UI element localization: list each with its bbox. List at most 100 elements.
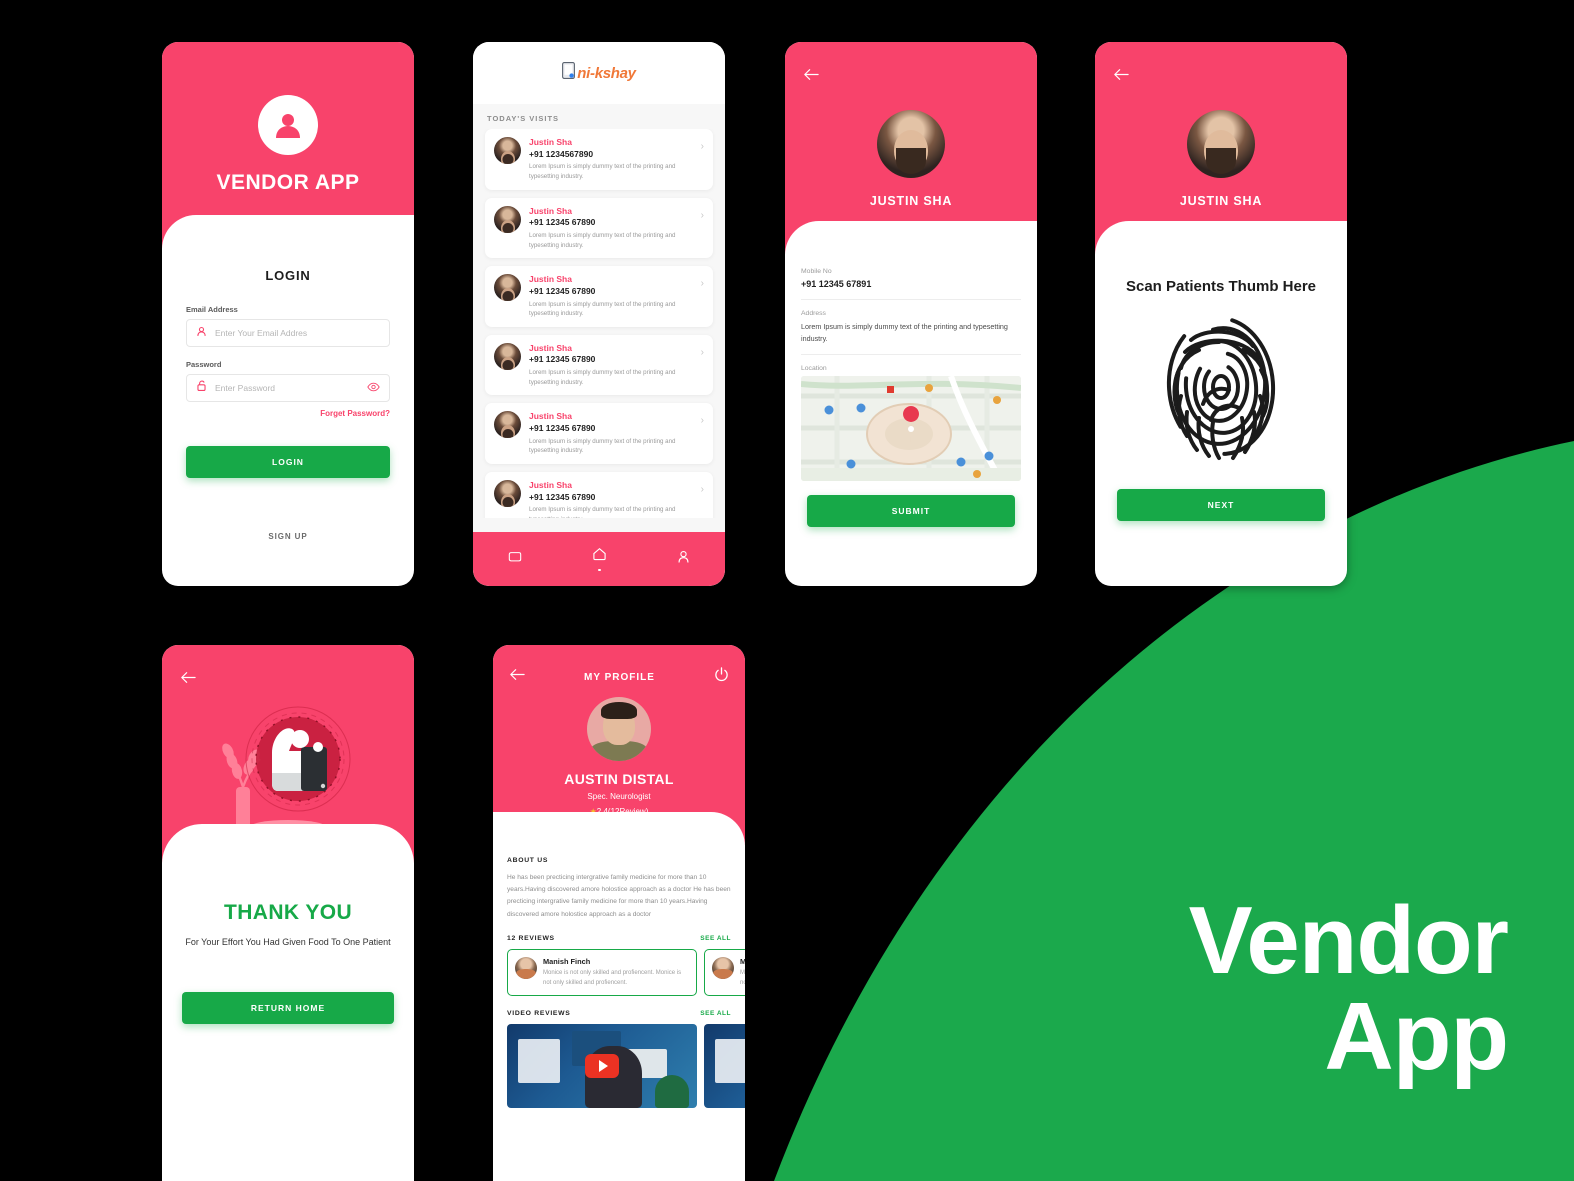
visit-list-item[interactable]: Justin Sha +91 12345 67890 Lorem Ipsum i…	[485, 403, 713, 464]
visit-phone: +91 12345 67890	[529, 423, 596, 433]
screen-login: VENDOR APP LOGIN Email Address Password	[162, 42, 414, 586]
doctor-specialty: Spec. Neurologist	[587, 792, 651, 801]
avatar	[494, 411, 521, 439]
video-reviews-header: VIDEO REVIEWS SEE ALL	[507, 1010, 731, 1017]
visit-list-item[interactable]: Justin Sha +91 1234567890 Lorem Ipsum is…	[485, 129, 713, 190]
visit-name: Justin Sha	[529, 274, 572, 285]
video-see-all-link[interactable]: SEE ALL	[700, 1010, 731, 1017]
email-input[interactable]	[215, 328, 380, 338]
back-arrow-icon[interactable]	[180, 671, 196, 689]
bottom-navigation	[473, 532, 725, 586]
patient-name: JUSTIN SHA	[1179, 194, 1263, 208]
wallet-icon	[508, 550, 522, 568]
video-thumbnail[interactable]	[507, 1024, 697, 1109]
screen-thumb-scan: JUSTIN SHA Scan Patients Thumb Here NEXT	[1095, 42, 1347, 586]
visit-description: Lorem Ipsum is simply dummy text of the …	[529, 163, 676, 180]
scan-hero: JUSTIN SHA	[1095, 42, 1347, 255]
review-text: Monice is not only skilled and profience…	[543, 969, 682, 986]
nav-item-wallet[interactable]	[508, 550, 522, 568]
email-field-box[interactable]	[186, 319, 390, 347]
review-text: Monice is not only skilled and profience…	[740, 969, 745, 986]
next-button[interactable]: NEXT	[1117, 488, 1325, 521]
brand-line-1: Vendor	[1188, 887, 1509, 994]
mockup-canvas: Vendor App VENDOR APP LOGIN Email Addres…	[0, 0, 1574, 1181]
avatar	[712, 956, 734, 979]
review-author: Manish Finch	[543, 956, 591, 966]
profile-topbar: MY PROFILE	[493, 667, 745, 687]
nav-item-profile[interactable]	[677, 550, 690, 569]
profile-body: ABOUT US He has been precticing intergra…	[493, 845, 745, 1109]
reviews-see-all-link[interactable]: SEE ALL	[700, 935, 731, 942]
visit-phone: +91 12345 67890	[529, 217, 596, 228]
visit-name: Justin Sha	[529, 411, 572, 422]
video-thumbnail[interactable]	[704, 1024, 745, 1109]
chevron-right-icon: ›	[700, 141, 704, 152]
power-icon[interactable]	[714, 667, 729, 687]
review-author: Manish Finch	[740, 956, 745, 966]
patient-name: JUSTIN SHA	[869, 194, 953, 208]
reviews-header: 12 REVIEWS SEE ALL	[507, 935, 731, 942]
visit-name: Justin Sha	[529, 137, 572, 147]
patient-hero: JUSTIN SHA	[785, 42, 1037, 255]
eye-icon[interactable]	[367, 379, 380, 397]
password-field-box[interactable]	[186, 374, 390, 402]
visits-section-title: TODAY'S VISITS	[473, 104, 725, 129]
login-button[interactable]: LOGIN	[186, 446, 390, 478]
forgot-password-link[interactable]: Forget Password?	[186, 409, 390, 418]
review-card[interactable]: Manish Finch Monice is not only skilled …	[704, 948, 745, 997]
screen-patient-detail: JUSTIN SHA Mobile No +91 12345 67891 Add…	[785, 42, 1037, 586]
return-home-button[interactable]: RETURN HOME	[182, 992, 394, 1025]
password-input[interactable]	[215, 383, 359, 393]
profile-title: MY PROFILE	[584, 671, 655, 683]
video-reviews-list[interactable]	[507, 1024, 745, 1109]
person-icon	[677, 550, 690, 569]
visit-phone: +91 1234567890	[529, 148, 594, 159]
back-arrow-icon[interactable]	[1113, 68, 1129, 86]
mobile-label: Mobile No	[801, 268, 832, 275]
signup-link[interactable]: SIGN UP	[186, 532, 390, 541]
chevron-right-icon: ›	[700, 209, 704, 221]
fingerprint-wrap	[1095, 298, 1347, 467]
next-wrap: NEXT	[1095, 467, 1347, 521]
visits-list[interactable]: Justin Sha +91 1234567890 Lorem Ipsum is…	[473, 129, 725, 535]
screen-profile: MY PROFILE AUSTIN DISTAL Spec. Neurologi…	[493, 645, 745, 1181]
back-arrow-icon[interactable]	[509, 668, 525, 686]
nav-item-home[interactable]	[592, 547, 607, 572]
hero-curve	[493, 812, 745, 846]
avatar	[494, 137, 521, 164]
screen-visits: ni-kshay TODAY'S VISITS Justin Sha +91 1…	[473, 42, 725, 586]
hero-curve	[1095, 221, 1347, 255]
play-icon[interactable]	[585, 1054, 619, 1079]
visit-list-item[interactable]: Justin Sha +91 12345 67890 Lorem Ipsum i…	[485, 266, 713, 327]
submit-button[interactable]: SUBMIT	[807, 495, 1015, 528]
patient-avatar	[877, 110, 945, 178]
login-form: LOGIN Email Address Password	[162, 248, 414, 541]
location-label: Location	[801, 365, 827, 373]
avatar	[494, 342, 521, 370]
back-arrow-icon[interactable]	[803, 68, 819, 86]
address-value: Lorem Ipsum is simply dummy text of the …	[801, 322, 1008, 343]
nav-divider	[473, 518, 725, 532]
nav-active-dot	[598, 568, 601, 572]
address-label: Address	[801, 310, 826, 317]
location-map[interactable]	[801, 376, 1021, 482]
hero-curve	[162, 215, 414, 249]
profile-hero: MY PROFILE AUSTIN DISTAL Spec. Neurologi…	[493, 645, 745, 846]
visit-phone: +91 12345 67890	[529, 491, 596, 502]
reviews-list[interactable]: Manish Finch Monice is not only skilled …	[507, 948, 745, 997]
visit-list-item[interactable]: Justin Sha +91 12345 67890 Lorem Ipsum i…	[485, 197, 713, 259]
chevron-right-icon: ›	[700, 483, 704, 495]
login-heading: LOGIN	[265, 268, 311, 283]
home-icon	[592, 547, 607, 566]
divider	[801, 354, 1021, 356]
visit-description: Lorem Ipsum is simply dummy text of the …	[529, 231, 676, 249]
visit-list-item[interactable]: Justin Sha +91 12345 67890 Lorem Ipsum i…	[485, 334, 713, 396]
thankyou-hero	[162, 645, 414, 863]
visit-name: Justin Sha	[529, 342, 572, 353]
avatar	[515, 956, 537, 979]
divider	[801, 299, 1021, 300]
thankyou-body: THANK YOU For Your Effort You Had Given …	[162, 863, 414, 1025]
about-heading: ABOUT US	[507, 857, 549, 864]
visit-description: Lorem Ipsum is simply dummy text of the …	[529, 437, 676, 455]
review-card[interactable]: Manish Finch Monice is not only skilled …	[507, 948, 697, 997]
